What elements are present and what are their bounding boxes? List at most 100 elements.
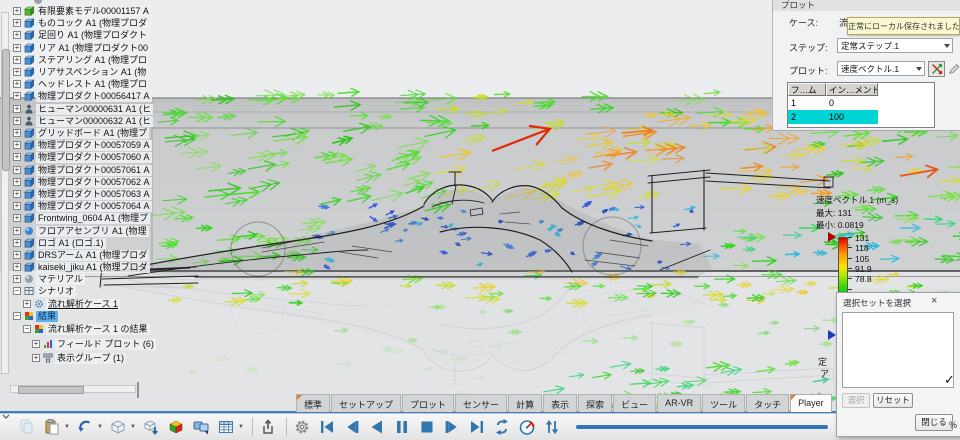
tree-expander[interactable]: + (13, 202, 21, 211)
loop-button[interactable] (491, 416, 513, 438)
tree-item-label[interactable]: DRSアーム A1 (物理プロダ (36, 250, 150, 261)
tree-item-label[interactable]: 表示グループ (1) (55, 353, 126, 364)
ribbon-tab[interactable]: セットアップ (331, 394, 402, 412)
scrollbar-thumb[interactable] (2, 49, 10, 171)
tree-expander[interactable]: + (13, 80, 21, 89)
step-back-button[interactable] (341, 416, 363, 438)
speed-button[interactable] (516, 416, 538, 438)
part-import-button[interactable] (140, 416, 162, 438)
ribbon-tab[interactable]: ツール (702, 394, 746, 412)
tree-expander[interactable]: + (13, 68, 21, 76)
table-cell[interactable]: 1 (788, 96, 826, 110)
tree-expander[interactable]: + (13, 165, 21, 174)
tree-item-label[interactable]: ステアリング A1 (物理プロ (36, 54, 150, 66)
tree-expander[interactable]: + (13, 226, 21, 235)
tree-item-label[interactable]: ヘッドレスト A1 (物理プロ (36, 79, 150, 91)
tree-item-label[interactable]: Frontwing_0604 A1 (物理プ (36, 213, 151, 225)
tree-expander[interactable]: − (13, 312, 21, 320)
tree-expander[interactable]: + (32, 354, 40, 362)
tree-item-label[interactable]: 足回り A1 (物理プロダクト (36, 30, 150, 42)
tree-item-label[interactable]: 物理プロダクト00057059 A (36, 140, 152, 152)
tree-item-label[interactable]: ものコック A1 (物理プロダ (36, 18, 150, 30)
ribbon-tab[interactable]: 探索 (578, 394, 613, 412)
tree-expander[interactable]: + (13, 214, 21, 223)
tree-item-label[interactable]: ロゴ A1 (ロゴ.1) (36, 237, 106, 249)
tree-expander[interactable]: + (13, 31, 21, 40)
colorbar-min-marker[interactable] (828, 330, 836, 340)
timeline-slider[interactable] (576, 425, 828, 429)
chevron-down-icon[interactable]: ▼ (97, 424, 104, 430)
stop-button[interactable] (416, 416, 438, 438)
plot-combobox[interactable]: 速度ベクトル.1 (837, 61, 925, 76)
tree-item-label[interactable]: 物理プロダクト00057062 A (36, 176, 152, 188)
confirm-check-icon[interactable]: ✓ (944, 372, 955, 388)
tree-item-label[interactable]: マテリアル (36, 274, 85, 286)
tree-expander[interactable]: + (13, 116, 21, 125)
edit-plot-button[interactable] (947, 61, 960, 77)
pause-button[interactable] (391, 416, 413, 438)
tree-item-label[interactable]: リアサスペンション A1 (物 (36, 67, 149, 78)
tree-item-label[interactable]: ヒューマン00000632 A1 (ヒ (36, 115, 154, 127)
tree-item-label[interactable]: フィールド プロット (6) (55, 339, 156, 350)
tree-expander[interactable]: − (23, 325, 31, 333)
tree-item-label[interactable]: ヒューマン00000631 A1 (ヒ (36, 103, 154, 115)
tree-expander[interactable]: + (13, 153, 21, 162)
chevron-down-icon[interactable]: ▼ (64, 424, 71, 430)
tree-item-label[interactable]: 有限要素モデル00001157 A (36, 6, 151, 17)
table-cell[interactable]: 2 (788, 110, 826, 124)
tree-expander[interactable]: + (13, 55, 21, 64)
tree-item-label[interactable]: フロアアセンブリ A1 (物理 (36, 225, 149, 237)
chevron-down-icon[interactable] (916, 67, 922, 71)
tree-expander[interactable]: + (13, 19, 21, 28)
ribbon-tab[interactable]: AR-VR (657, 394, 702, 412)
part-box-button[interactable] (107, 416, 129, 438)
tree-expander[interactable]: + (13, 190, 21, 198)
copy-button[interactable] (16, 416, 38, 438)
ribbon-tab[interactable]: 表示 (543, 394, 578, 412)
tree-expander[interactable]: + (13, 43, 21, 52)
ribbon-tab[interactable]: ビュー (613, 394, 657, 412)
skip-end-button[interactable] (466, 416, 488, 438)
undo-button[interactable] (74, 416, 96, 438)
tree-item-label[interactable]: リア A1 (物理プロダクト00 (36, 42, 151, 54)
frame-table[interactable]: フ…ム イン…メント 1 0 2 100 (787, 82, 935, 128)
tree-expander[interactable]: + (32, 340, 40, 348)
close-button[interactable]: 閉じる (915, 414, 953, 431)
tree-expander[interactable]: + (13, 129, 21, 137)
scrollbar-thumb[interactable] (18, 386, 84, 394)
exchange-button[interactable] (928, 61, 945, 77)
ribbon-tab[interactable]: 計算 (508, 394, 543, 412)
tree-item-label[interactable]: シナリオ (36, 286, 77, 297)
step-forward-button[interactable] (441, 416, 463, 438)
tree-expander[interactable]: − (13, 287, 21, 295)
play-reverse-button[interactable] (366, 416, 388, 438)
tree-vertical-scrollbar[interactable] (1, 12, 10, 374)
skip-start-button[interactable] (316, 416, 338, 438)
table-cell[interactable]: 100 (826, 110, 878, 124)
colored-cube-button[interactable] (165, 416, 187, 438)
tree-expander[interactable]: + (13, 238, 21, 247)
reset-button[interactable]: リセット (873, 393, 913, 408)
tree-item-label[interactable]: 物理プロダクト00056417 A (36, 91, 152, 103)
chevron-down-icon[interactable]: ▼ (130, 424, 137, 430)
frames-button[interactable] (190, 416, 212, 438)
tree-expander[interactable]: + (13, 263, 21, 272)
tree-item-label[interactable]: 流れ解析ケース 1 (46, 298, 121, 310)
tree-horizontal-scrollbar[interactable] (10, 385, 136, 394)
tree-expander[interactable]: + (13, 141, 21, 150)
step-combobox[interactable]: 定常ステップ.1 (837, 38, 953, 53)
tree-expander[interactable]: + (23, 299, 31, 308)
tree-item-label[interactable]: 流れ解析ケース 1 の結果 (46, 324, 150, 335)
help-button[interactable]: ? (905, 297, 910, 307)
chevron-down-icon[interactable]: ▼ (238, 424, 245, 430)
tree-expander[interactable]: + (13, 7, 21, 15)
tree-expander[interactable]: + (13, 104, 21, 113)
table-view-button[interactable] (215, 416, 237, 438)
chevron-down-icon[interactable] (944, 44, 950, 48)
paste-button[interactable] (41, 416, 63, 438)
select-button[interactable]: 選択 (842, 393, 870, 408)
ribbon-tab[interactable]: センサー (455, 394, 508, 412)
table-cell[interactable]: 0 (826, 96, 878, 110)
tree-expander[interactable]: + (13, 251, 21, 259)
ribbon-tab[interactable]: 標準 (296, 394, 331, 412)
